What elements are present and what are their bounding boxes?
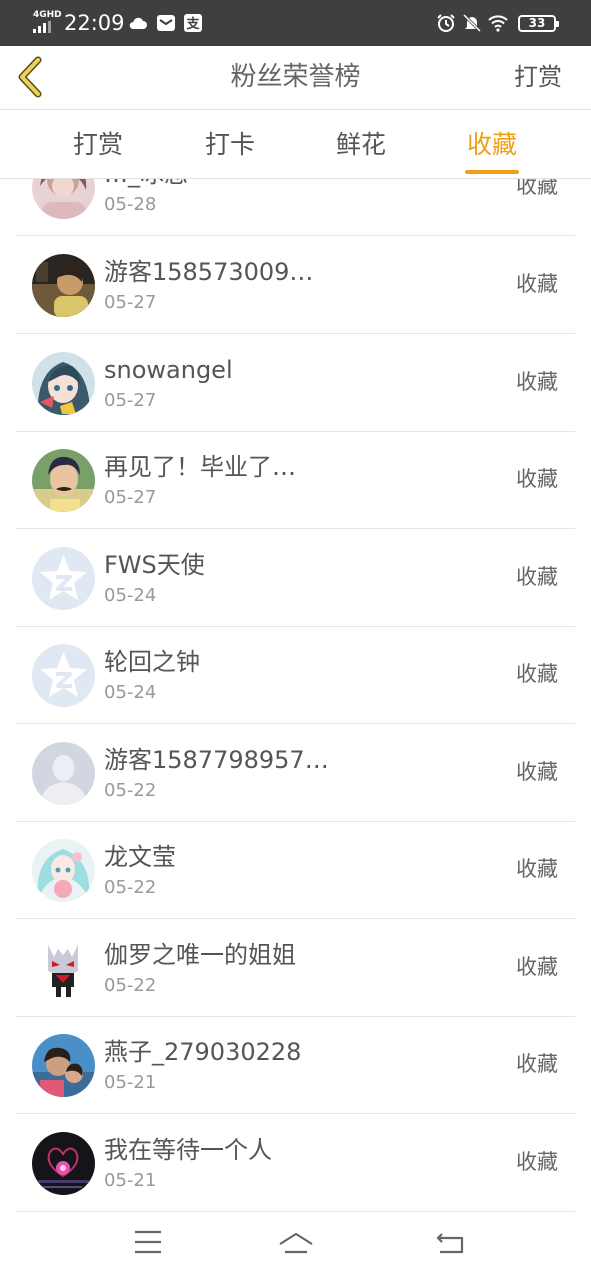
list-item[interactable]: 燕子_279030228 05-21 收藏 <box>16 1016 575 1114</box>
user-name: 龙文莹 <box>104 843 176 871</box>
cartoon-avatar[interactable] <box>32 937 95 1000</box>
tab-flowers[interactable]: 鲜花 <box>316 129 406 161</box>
user-name: snowangel <box>104 356 233 384</box>
battery-icon: 33 <box>518 15 559 32</box>
dark-photo-avatar[interactable] <box>32 1132 95 1195</box>
signal-icon <box>33 21 53 33</box>
mute-icon <box>462 13 482 33</box>
list-item[interactable]: 游客1587798957… 05-22 收藏 <box>16 724 575 822</box>
user-name: 游客1587798957… <box>104 746 329 774</box>
anime-avatar[interactable] <box>32 352 95 415</box>
list-item[interactable]: 我在等待一个人 05-21 收藏 <box>16 1114 575 1212</box>
favorite-label: 收藏 <box>516 272 558 296</box>
mail-icon <box>157 15 175 31</box>
user-name: 再见了！毕业了… <box>104 453 296 481</box>
date: 05-22 <box>104 780 157 801</box>
list-item[interactable]: snowangel 05-27 收藏 <box>16 334 575 432</box>
alipay-icon: 支 <box>184 14 202 32</box>
date: 05-27 <box>104 487 157 508</box>
favorite-label: 收藏 <box>516 179 558 198</box>
favorite-label: 收藏 <box>516 370 558 394</box>
home-icon[interactable] <box>276 1226 316 1258</box>
photo-avatar[interactable] <box>32 449 95 512</box>
alarm-icon <box>437 14 455 32</box>
default-star-avatar[interactable] <box>32 644 95 707</box>
favorite-label: 收藏 <box>516 1052 558 1076</box>
favorite-label: 收藏 <box>516 760 558 784</box>
user-name: 伽罗之唯一的姐姐 <box>104 941 296 969</box>
header: 粉丝荣誉榜 打赏 <box>0 46 591 110</box>
date: 05-21 <box>104 1170 157 1191</box>
photo-avatar[interactable] <box>32 254 95 317</box>
tab-favorites[interactable]: 收藏 <box>447 129 537 161</box>
reward-button[interactable]: 打赏 <box>514 60 562 94</box>
photo-avatar[interactable] <box>32 179 95 219</box>
list-item[interactable]: 龙文莹 05-22 收藏 <box>16 821 575 919</box>
active-tab-indicator <box>465 170 519 174</box>
date: 05-22 <box>104 877 157 898</box>
svg-text:支: 支 <box>185 16 200 32</box>
user-name: 游客158573009… <box>104 258 314 286</box>
favorite-label: 收藏 <box>516 565 558 589</box>
date: 05-28 <box>104 194 157 215</box>
tab-reward[interactable]: 打赏 <box>53 129 143 161</box>
list-item[interactable]: 伽罗之唯一的姐姐 05-22 收藏 <box>16 919 575 1017</box>
list-item[interactable]: FWS天使 05-24 收藏 <box>16 529 575 627</box>
list-item[interactable]: 游客158573009… 05-27 收藏 <box>16 236 575 334</box>
wifi-icon <box>488 15 508 32</box>
status-bar: 4GHD 22:09 支 33 <box>0 0 591 46</box>
tab-checkin[interactable]: 打卡 <box>185 129 275 161</box>
user-name: FWS天使 <box>104 551 205 579</box>
favorite-label: 收藏 <box>516 467 558 491</box>
date: 05-21 <box>104 1072 157 1093</box>
favorite-label: 收藏 <box>516 857 558 881</box>
user-name: 燕子_279030228 <box>104 1038 302 1066</box>
date: 05-27 <box>104 292 157 313</box>
favorite-label: 收藏 <box>516 1150 558 1174</box>
menu-icon[interactable] <box>128 1226 168 1258</box>
page-title: 粉丝荣誉榜 <box>230 62 361 92</box>
list-item[interactable]: …_冰恋 05-28 收藏 <box>16 179 575 236</box>
anime-avatar[interactable] <box>32 839 95 902</box>
user-name: 我在等待一个人 <box>104 1136 272 1164</box>
back-arrow-icon[interactable] <box>430 1226 470 1258</box>
date: 05-24 <box>104 682 157 703</box>
tab-bar: 打赏 打卡 鲜花 收藏 <box>0 111 591 179</box>
user-name: …_冰恋 <box>104 179 188 190</box>
cloud-icon <box>129 17 147 29</box>
network-type: 4GHD <box>33 10 62 20</box>
list-item[interactable]: 轮回之钟 05-24 收藏 <box>16 626 575 724</box>
date: 05-22 <box>104 975 157 996</box>
date: 05-27 <box>104 390 157 411</box>
system-nav-bar <box>0 1212 591 1280</box>
status-time: 22:09 <box>64 11 125 35</box>
favorite-label: 收藏 <box>516 662 558 686</box>
date: 05-24 <box>104 585 157 606</box>
photo-avatar[interactable] <box>32 1034 95 1097</box>
favorite-label: 收藏 <box>516 955 558 979</box>
user-name: 轮回之钟 <box>104 648 200 676</box>
fan-list[interactable]: …_冰恋 05-28 收藏 游客158573009… 05-27 收藏 snow… <box>0 179 591 1212</box>
list-item[interactable]: 再见了！毕业了… 05-27 收藏 <box>16 431 575 529</box>
default-person-avatar[interactable] <box>32 742 95 805</box>
default-star-avatar[interactable] <box>32 547 95 610</box>
